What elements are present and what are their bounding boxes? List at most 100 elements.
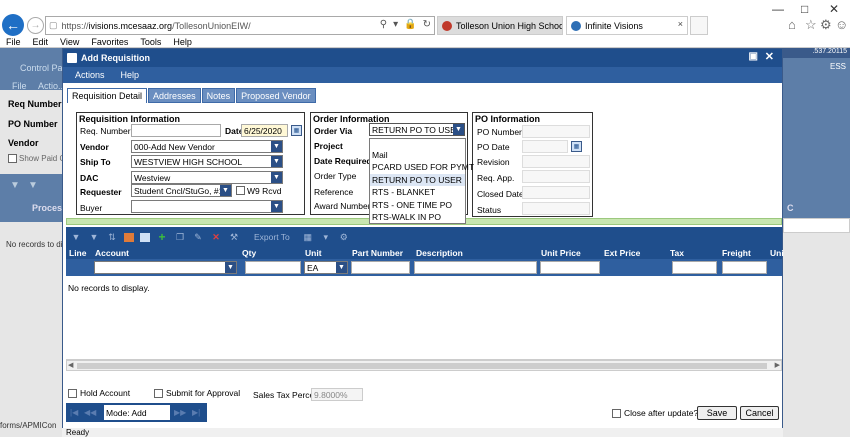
account-filter-select[interactable]: ▼ [94, 261, 237, 274]
unit-price-filter-input[interactable] [540, 261, 600, 274]
scroll-right-icon[interactable]: ▶ [775, 361, 780, 369]
sort-icon[interactable]: ⇅ [106, 231, 118, 243]
column-header-tax[interactable]: Tax [670, 248, 684, 258]
scroll-left-icon[interactable]: ◀ [68, 361, 73, 369]
last-record-icon[interactable]: ▶| [192, 408, 200, 417]
tax-filter-input[interactable] [672, 261, 717, 274]
show-paid-checkbox[interactable]: Show Paid C [8, 154, 65, 163]
dac-select[interactable]: Westview ▼ [131, 171, 283, 184]
menu-help[interactable]: Help [173, 37, 192, 47]
close-after-update-checkbox[interactable]: Close after update? [612, 408, 698, 418]
description-filter-input[interactable] [414, 261, 537, 274]
requester-select[interactable]: Student Cncl/StuGo, #167 ▼ [131, 184, 232, 197]
grid-icon[interactable] [140, 232, 150, 242]
dropdown-option-pcard[interactable]: PCARD USED FOR PYMT [370, 161, 474, 173]
settings-gear-icon[interactable]: ⚙ [820, 17, 832, 33]
dropdown-option-mail[interactable]: Mail [370, 149, 465, 161]
part-number-filter-input[interactable] [351, 261, 410, 274]
layout-icon[interactable] [124, 232, 134, 242]
first-record-icon[interactable]: |◀ [70, 408, 78, 417]
background-filter-input[interactable] [783, 218, 850, 233]
address-bar[interactable]: ▢ https://ivisions.mcesaaz.org/TollesonU… [45, 16, 435, 35]
tab-requisition-detail[interactable]: Requisition Detail [67, 88, 148, 103]
copy-icon[interactable]: ❐ [174, 231, 186, 243]
dropdown-option-rts-one-time[interactable]: RTS - ONE TIME PO [370, 199, 465, 211]
settings-gear-icon[interactable]: ⚙ [338, 231, 350, 243]
export-to-menu[interactable]: Export To [254, 232, 290, 242]
menu-view[interactable]: View [60, 37, 79, 47]
column-header-qty[interactable]: Qty [242, 248, 256, 258]
column-header-part-number[interactable]: Part Number [352, 248, 403, 258]
column-header-account[interactable]: Account [95, 248, 129, 258]
prev-record-icon[interactable]: ◀◀ [84, 408, 96, 417]
freight-filter-input[interactable] [722, 261, 767, 274]
tab-notes[interactable]: Notes [201, 88, 236, 103]
browser-tab-tolleson[interactable]: Tolleson Union High School Di... [437, 16, 563, 35]
delete-icon[interactable]: ✕ [210, 231, 222, 243]
menu-help[interactable]: Help [121, 70, 140, 80]
cancel-button[interactable]: Cancel [740, 406, 779, 420]
column-header-line[interactable]: Line [69, 248, 86, 258]
menu-edit[interactable]: Edit [33, 37, 49, 47]
ship-to-select[interactable]: WESTVIEW HIGH SCHOOL ▼ [131, 155, 283, 168]
filter-clear-icon[interactable]: ▼ [88, 231, 100, 243]
scroll-thumb[interactable] [77, 363, 767, 369]
horizontal-scrollbar[interactable]: ◀ ▶ [66, 360, 782, 371]
date-input[interactable]: 6/25/2020 [241, 124, 288, 137]
dropdown-option-rts-blanket[interactable]: RTS - BLANKET [370, 186, 465, 198]
smiley-icon[interactable]: ☺ [835, 17, 848, 32]
minimize-icon[interactable]: — [772, 2, 784, 16]
forward-button[interactable]: → [27, 17, 44, 34]
tab-addresses[interactable]: Addresses [148, 88, 201, 103]
vendor-select[interactable]: 000-Add New Vendor ▼ [131, 140, 283, 153]
filter-icon[interactable]: ▼ [70, 231, 82, 243]
dialog-maximize-icon[interactable]: ▣ [749, 51, 758, 62]
w9-rcvd-checkbox[interactable] [236, 186, 245, 195]
hold-account-checkbox[interactable]: Hold Account [68, 388, 130, 398]
qty-filter-input[interactable] [245, 261, 301, 274]
calendar-icon[interactable]: ▦ [291, 125, 302, 136]
maximize-icon[interactable]: □ [801, 2, 808, 16]
menu-file[interactable]: File [6, 37, 21, 47]
menu-tools[interactable]: Tools [140, 37, 161, 47]
chevron-down-icon[interactable]: ▾ [320, 231, 332, 243]
column-header-ext-price[interactable]: Ext Price [604, 248, 640, 258]
background-menu-file[interactable]: File [12, 81, 27, 91]
column-header-unit-cut[interactable]: Uni [770, 248, 784, 258]
back-button[interactable]: ← [2, 14, 24, 36]
submit-for-approval-checkbox[interactable]: Submit for Approval [154, 388, 240, 398]
tab-proposed-vendor[interactable]: Proposed Vendor [236, 88, 316, 103]
columns-icon[interactable]: ▦ [302, 231, 314, 243]
menu-favorites[interactable]: Favorites [91, 37, 128, 47]
new-tab-button[interactable] [690, 16, 708, 35]
add-row-icon[interactable]: + [156, 230, 168, 244]
order-via-select[interactable]: RETURN PO TO USER ▼ [369, 123, 465, 136]
req-number-input[interactable] [131, 124, 221, 137]
save-button[interactable]: Save [697, 406, 737, 420]
browser-tab-infinite-visions[interactable]: Infinite Visions × [566, 16, 688, 35]
dialog-close-icon[interactable]: ✕ [765, 50, 774, 63]
dropdown-option-return-po[interactable]: RETURN PO TO USER [370, 174, 465, 186]
column-header-description[interactable]: Description [416, 248, 463, 258]
favorites-star-icon[interactable]: ☆ [805, 17, 817, 33]
edit-icon[interactable]: ✎ [192, 231, 204, 243]
close-tab-icon[interactable]: × [678, 19, 683, 29]
column-header-unit[interactable]: Unit [305, 248, 322, 258]
refresh-icon[interactable]: ↻ [423, 19, 431, 30]
column-header-unit-price[interactable]: Unit Price [541, 248, 581, 258]
buyer-select[interactable]: ▼ [131, 200, 283, 213]
filter-icon[interactable]: ▼ [10, 180, 20, 191]
award-number-label: Award Number [314, 201, 371, 211]
filter-clear-icon[interactable]: ▼ [28, 180, 38, 191]
calendar-icon[interactable]: ▦ [571, 141, 582, 152]
column-header-freight[interactable]: Freight [722, 248, 751, 258]
close-window-icon[interactable]: ✕ [829, 2, 839, 16]
tool-icon[interactable]: ⚒ [228, 231, 240, 243]
home-icon[interactable]: ⌂ [788, 17, 796, 32]
menu-actions[interactable]: Actions [75, 70, 105, 80]
search-icon[interactable]: ⚲ [380, 19, 387, 30]
dropdown-icon[interactable]: ▾ [393, 19, 398, 30]
next-record-icon[interactable]: ▶▶ [174, 408, 186, 417]
unit-filter-select[interactable]: EA ▼ [304, 261, 348, 274]
dropdown-option-rts-walk-in[interactable]: RTS-WALK IN PO [370, 211, 465, 223]
